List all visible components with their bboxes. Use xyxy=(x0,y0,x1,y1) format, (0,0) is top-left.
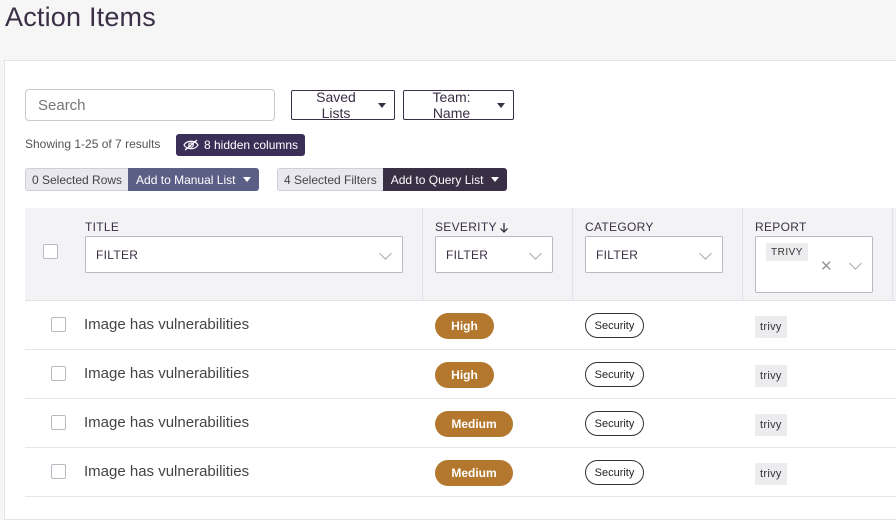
severity-badge: Medium xyxy=(435,460,513,486)
row-title[interactable]: Image has vulnerabilities xyxy=(84,316,249,333)
report-tag: trivy xyxy=(755,365,787,387)
row-checkbox[interactable] xyxy=(51,317,66,332)
chevron-down-icon xyxy=(379,247,392,260)
row-title[interactable]: Image has vulnerabilities xyxy=(84,463,249,480)
column-header-severity[interactable]: SEVERITY xyxy=(435,220,509,234)
row-checkbox[interactable] xyxy=(51,464,66,479)
severity-filter-placeholder: FILTER xyxy=(446,247,489,262)
caret-down-icon xyxy=(378,102,386,108)
column-header-report[interactable]: REPORT xyxy=(755,220,807,234)
report-tag: trivy xyxy=(755,463,787,485)
column-divider xyxy=(422,208,423,301)
action-items-table: TITLE FILTER SEVERITY FILTER CATEGORY FI… xyxy=(25,208,896,497)
column-divider xyxy=(742,208,743,301)
add-to-query-list-label: Add to Query List xyxy=(390,172,484,187)
category-filter[interactable]: FILTER xyxy=(585,236,723,273)
saved-lists-dropdown[interactable]: Saved Lists xyxy=(291,89,395,121)
table-row[interactable]: Image has vulnerabilities High Security … xyxy=(25,350,896,399)
severity-filter[interactable]: FILTER xyxy=(435,236,553,273)
saved-lists-label: Saved Lists xyxy=(316,89,356,121)
clear-icon[interactable]: ✕ xyxy=(820,257,833,275)
table-header: TITLE FILTER SEVERITY FILTER CATEGORY FI… xyxy=(25,208,896,301)
chevron-down-icon xyxy=(849,257,862,270)
hidden-columns-button[interactable]: 8 hidden columns xyxy=(176,134,306,156)
manual-list-group: 0 Selected Rows Add to Manual List xyxy=(25,168,260,191)
report-filter-tag[interactable]: TRIVY xyxy=(766,243,808,261)
category-filter-placeholder: FILTER xyxy=(596,247,639,262)
page-title: Action Items xyxy=(5,2,156,32)
category-badge: Security xyxy=(585,460,644,485)
table-row[interactable]: Image has vulnerabilities Medium Securit… xyxy=(25,399,896,448)
caret-down-icon xyxy=(243,177,252,182)
sort-down-arrow-icon xyxy=(499,222,508,233)
severity-header-label: SEVERITY xyxy=(435,220,497,234)
title-filter[interactable]: FILTER xyxy=(85,236,403,273)
select-all-checkbox[interactable] xyxy=(43,244,58,259)
chevron-down-icon xyxy=(699,247,712,260)
column-divider xyxy=(572,208,573,301)
eye-slash-icon xyxy=(183,139,199,151)
category-badge: Security xyxy=(585,313,644,338)
report-tag: trivy xyxy=(755,414,787,436)
title-filter-placeholder: FILTER xyxy=(96,247,139,262)
hidden-columns-label: 8 hidden columns xyxy=(204,138,299,152)
table-row[interactable]: Image has vulnerabilities High Security … xyxy=(25,301,896,350)
severity-badge: Medium xyxy=(435,411,513,437)
row-checkbox[interactable] xyxy=(51,366,66,381)
add-to-manual-list-label: Add to Manual List xyxy=(136,172,236,187)
team-label: Team: Name xyxy=(432,89,471,121)
caret-down-icon xyxy=(491,177,500,182)
column-divider xyxy=(892,208,893,301)
row-title[interactable]: Image has vulnerabilities xyxy=(84,414,249,431)
results-summary: Showing 1-25 of 7 results xyxy=(25,137,161,151)
severity-badge: High xyxy=(435,362,494,388)
row-title[interactable]: Image has vulnerabilities xyxy=(84,365,249,382)
row-checkbox[interactable] xyxy=(51,415,66,430)
chevron-down-icon xyxy=(529,247,542,260)
table-row[interactable]: Image has vulnerabilities Medium Securit… xyxy=(25,448,896,497)
category-badge: Security xyxy=(585,362,644,387)
selected-filters-count: 4 Selected Filters xyxy=(277,168,383,191)
team-dropdown[interactable]: Team: Name xyxy=(403,89,514,121)
report-tag: trivy xyxy=(755,316,787,338)
column-header-category[interactable]: CATEGORY xyxy=(585,220,654,234)
add-to-manual-list-button[interactable]: Add to Manual List xyxy=(128,168,260,191)
severity-badge: High xyxy=(435,313,494,339)
selected-rows-count: 0 Selected Rows xyxy=(25,168,129,191)
query-list-group: 4 Selected Filters Add to Query List xyxy=(277,168,508,191)
report-filter[interactable]: TRIVY ✕ xyxy=(755,236,873,293)
category-badge: Security xyxy=(585,411,644,436)
search-input[interactable] xyxy=(25,89,275,121)
column-header-title[interactable]: TITLE xyxy=(85,220,119,234)
caret-down-icon xyxy=(497,102,505,108)
add-to-query-list-button[interactable]: Add to Query List xyxy=(382,168,508,191)
